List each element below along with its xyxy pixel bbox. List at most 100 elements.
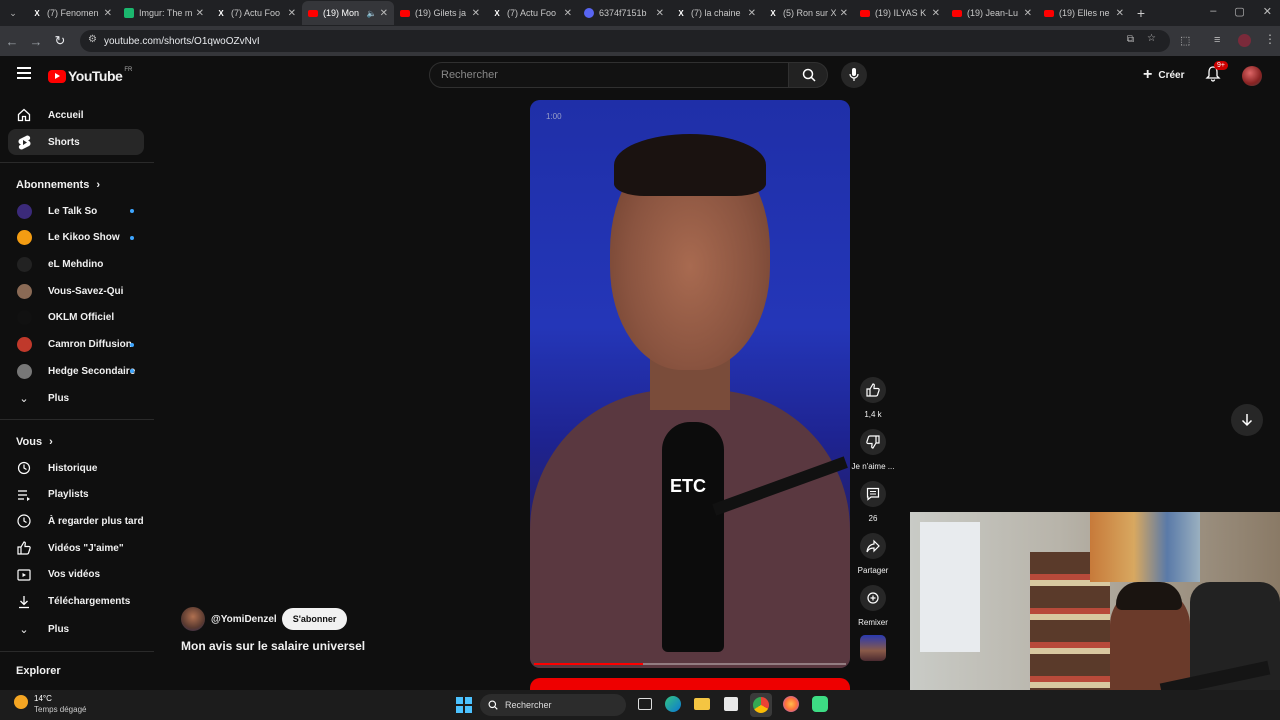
youtube-icon bbox=[860, 8, 870, 18]
install-icon[interactable]: ⧉ bbox=[1127, 34, 1134, 45]
sidebar-subscription[interactable]: eL Mehdino bbox=[8, 251, 144, 277]
progress-track[interactable] bbox=[534, 663, 846, 665]
sidebar-subscription[interactable]: Le Kikoo Show bbox=[8, 225, 144, 251]
chrome-menu-icon[interactable]: ⋮ bbox=[1264, 32, 1276, 46]
tab-close-icon[interactable]: ✕ bbox=[748, 8, 756, 19]
browser-tab[interactable]: X (7) la chaine ✕ bbox=[670, 1, 762, 25]
sidebar-item-accueil[interactable]: Accueil bbox=[8, 102, 144, 128]
browser-tab[interactable]: 6374f7151b ✕ bbox=[578, 1, 670, 25]
next-short-preview[interactable] bbox=[530, 678, 850, 690]
tab-close-icon[interactable]: ✕ bbox=[288, 8, 296, 19]
browser-tab[interactable]: Imgur: The m ✕ bbox=[118, 1, 210, 25]
browser-tab[interactable]: X (5) Ron sur X ✕ bbox=[762, 1, 854, 25]
extensions-icon[interactable]: ⬚ bbox=[1180, 34, 1190, 47]
close-window-icon[interactable]: ✕ bbox=[1263, 5, 1272, 18]
edge-icon[interactable] bbox=[665, 696, 681, 712]
maximize-icon[interactable]: ▢ bbox=[1234, 5, 1244, 18]
browser-tab[interactable]: (19) Elles ne ✕ bbox=[1038, 1, 1130, 25]
youtube-icon bbox=[308, 8, 318, 18]
share-button[interactable] bbox=[860, 533, 886, 559]
account-avatar[interactable] bbox=[1242, 66, 1262, 86]
tab-close-icon[interactable]: ✕ bbox=[840, 8, 848, 19]
tab-close-icon[interactable]: ✕ bbox=[564, 8, 572, 19]
tab-title: (19) Jean-Lu bbox=[967, 8, 1019, 18]
tab-close-icon[interactable]: ✕ bbox=[932, 8, 940, 19]
you-heading[interactable]: Vous › bbox=[16, 436, 53, 448]
sidebar-subscription[interactable]: Camron Diffusion bbox=[8, 332, 144, 358]
sidebar-item-clock[interactable]: À regarder plus tard bbox=[8, 508, 144, 534]
bookmark-star-icon[interactable]: ☆ bbox=[1147, 33, 1156, 44]
profile-avatar[interactable] bbox=[1238, 34, 1251, 47]
minimize-icon[interactable]: – bbox=[1210, 5, 1216, 18]
sidebar-item-thumbs-up[interactable]: Vidéos "J'aime" bbox=[8, 535, 144, 561]
browser-tab[interactable]: (19) Mon 🔈 ✕ bbox=[302, 1, 394, 25]
browser-tab[interactable]: (19) ILYAS K ✕ bbox=[854, 1, 946, 25]
weather-desc[interactable]: Temps dégagé bbox=[34, 705, 86, 714]
task-view-icon[interactable] bbox=[638, 698, 652, 710]
browser-tab[interactable]: (19) Jean-Lu ✕ bbox=[946, 1, 1038, 25]
weather-icon[interactable] bbox=[14, 695, 28, 709]
chat-app-icon[interactable] bbox=[812, 696, 828, 712]
short-title[interactable]: Mon avis sur le salaire universel bbox=[181, 639, 365, 653]
reload-icon[interactable]: ↻ bbox=[48, 33, 72, 49]
tab-close-icon[interactable]: ✕ bbox=[656, 8, 664, 19]
sidebar-subscription[interactable]: OKLM Officiel bbox=[8, 305, 144, 331]
tab-close-icon[interactable]: ✕ bbox=[1116, 8, 1124, 19]
forward-icon[interactable]: → bbox=[24, 34, 48, 49]
sidebar-item-download[interactable]: Téléchargements bbox=[8, 589, 144, 615]
youtube-logo[interactable]: YouTube FR bbox=[48, 67, 132, 84]
sidebar-subscription[interactable]: Hedge Secondaire bbox=[8, 358, 144, 384]
browser-tab[interactable]: (19) Gilets ja ✕ bbox=[394, 1, 486, 25]
tab-close-icon[interactable]: ✕ bbox=[380, 8, 388, 19]
tab-list-button[interactable]: ⌄ bbox=[0, 8, 26, 19]
tab-close-icon[interactable]: ✕ bbox=[472, 8, 480, 19]
hamburger-menu-icon[interactable] bbox=[17, 67, 31, 79]
firefox-icon[interactable] bbox=[783, 696, 799, 712]
sidebar-subscription[interactable]: Le Talk So bbox=[8, 198, 144, 224]
browser-tab[interactable]: X (7) Fenomen ✕ bbox=[26, 1, 118, 25]
browser-tab[interactable]: X (7) Actu Foo ✕ bbox=[486, 1, 578, 25]
sidebar-item-video[interactable]: Vos vidéos bbox=[8, 562, 144, 588]
tab-close-icon[interactable]: ✕ bbox=[196, 8, 204, 19]
search-input[interactable]: Rechercher bbox=[429, 62, 789, 88]
sidebar-item-shorts[interactable]: Shorts bbox=[8, 129, 144, 155]
back-icon[interactable]: ← bbox=[0, 34, 24, 49]
sidebar-item-label: Hedge Secondaire bbox=[48, 365, 136, 377]
address-bar[interactable]: ⚙ youtube.com/shorts/O1qwoOZvNvI ⧉ ☆ bbox=[80, 30, 1170, 52]
sidebar-item-history[interactable]: Historique bbox=[8, 455, 144, 481]
dislike-button[interactable] bbox=[860, 429, 886, 455]
next-short-button[interactable] bbox=[1231, 404, 1263, 436]
comments-button[interactable] bbox=[860, 481, 886, 507]
channel-avatar[interactable] bbox=[181, 607, 205, 631]
tab-close-icon[interactable]: ✕ bbox=[1024, 8, 1032, 19]
sound-thumbnail[interactable] bbox=[860, 635, 886, 661]
chrome-icon[interactable] bbox=[750, 693, 772, 717]
short-video-player[interactable]: 1:00 ETC bbox=[530, 100, 850, 668]
weather-temp[interactable]: 14°C bbox=[34, 694, 52, 703]
browser-tab[interactable]: X (7) Actu Foo ✕ bbox=[210, 1, 302, 25]
audio-icon[interactable]: 🔈 bbox=[367, 9, 377, 18]
tab-close-icon[interactable]: ✕ bbox=[104, 8, 112, 19]
like-button[interactable] bbox=[860, 377, 886, 403]
sidebar-item-playlist[interactable]: Playlists bbox=[8, 482, 144, 508]
taskbar-search[interactable]: Rechercher bbox=[480, 694, 626, 716]
voice-search-button[interactable] bbox=[841, 62, 867, 88]
sidebar-subscription[interactable]: Vous-Savez-Qui bbox=[8, 278, 144, 304]
shorts-icon bbox=[18, 135, 30, 149]
store-icon[interactable] bbox=[724, 697, 738, 711]
file-explorer-icon[interactable] bbox=[694, 698, 710, 710]
channel-name[interactable]: @YomiDenzel bbox=[211, 614, 277, 625]
search-button[interactable] bbox=[788, 62, 828, 88]
sidebar-you-more[interactable]: ⌄ Plus bbox=[8, 616, 144, 642]
sidebar-subs-more[interactable]: ⌄ Plus bbox=[8, 385, 144, 411]
site-info-icon[interactable]: ⚙ bbox=[88, 34, 97, 45]
new-tab-button[interactable]: + bbox=[1130, 5, 1152, 21]
create-button[interactable]: + Créer bbox=[1137, 64, 1190, 86]
subscribe-button[interactable]: S'abonner bbox=[281, 608, 348, 630]
windows-start-icon[interactable] bbox=[456, 697, 472, 713]
notifications-button[interactable]: 9+ bbox=[1205, 61, 1228, 84]
subscriptions-heading[interactable]: Abonnements › bbox=[16, 179, 100, 191]
remix-button[interactable] bbox=[860, 585, 886, 611]
media-icon[interactable]: ≡ bbox=[1214, 34, 1220, 46]
remix-label: Remixer bbox=[858, 618, 888, 627]
